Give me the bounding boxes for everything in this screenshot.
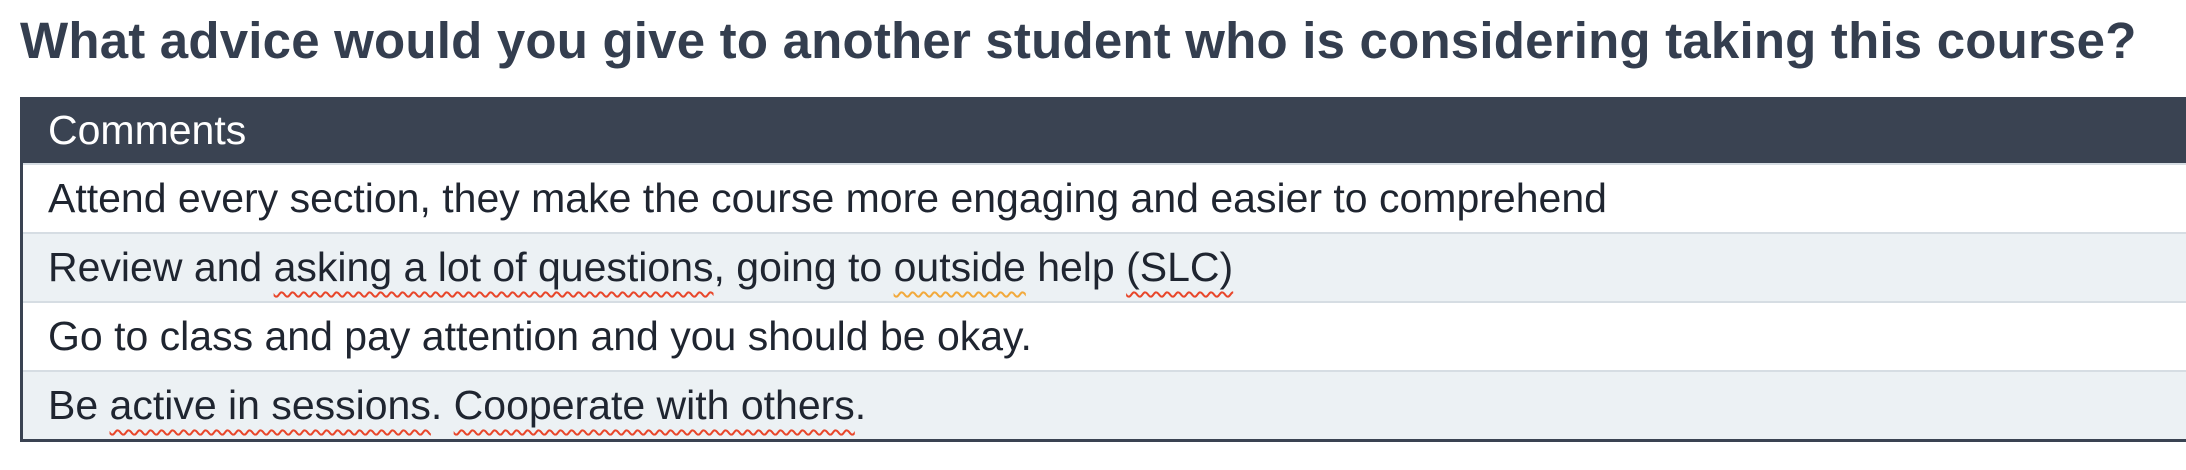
table-row: Be active in sessions. Cooperate with ot… [21, 370, 2186, 440]
table-header-row: Comments [21, 97, 2186, 164]
spellcheck-marked-text[interactable]: (SLC) [1126, 244, 1233, 290]
comment-cell: Review and asking a lot of questions, go… [21, 232, 2186, 302]
table-row: Review and asking a lot of questions, go… [21, 232, 2186, 302]
comment-text: Be [48, 381, 110, 428]
comment-text: , going to [713, 244, 894, 290]
table-row: Go to class and pay attention and you sh… [21, 301, 2186, 371]
comment-text: help [1025, 244, 1127, 290]
spellcheck-marked-text[interactable]: active in sessions [110, 382, 431, 428]
spellcheck-marked-text[interactable]: asking a lot of questions [274, 244, 714, 290]
comment-cell: Go to class and pay attention and you sh… [21, 301, 2186, 371]
comments-table: Comments Attend every section, they make… [20, 97, 2186, 442]
comment-cell: Be active in sessions. Cooperate with ot… [21, 370, 2186, 440]
comment-text: Attend every section, they make the cour… [48, 175, 1607, 221]
column-header-comments: Comments [21, 97, 2186, 164]
comment-text: Review and [48, 244, 274, 290]
question-heading: What advice would you give to another st… [20, 12, 2137, 69]
comment-cell: Attend every section, they make the cour… [21, 163, 2186, 233]
spellcheck-marked-text[interactable]: Cooperate with others [454, 382, 855, 428]
grammar-marked-text[interactable]: outside [894, 244, 1026, 290]
comment-text: Go to class and pay attention and you sh… [48, 313, 1032, 359]
table-row: Attend every section, they make the cour… [21, 163, 2186, 233]
comment-text: . [854, 381, 867, 428]
comment-text: . [430, 381, 454, 428]
